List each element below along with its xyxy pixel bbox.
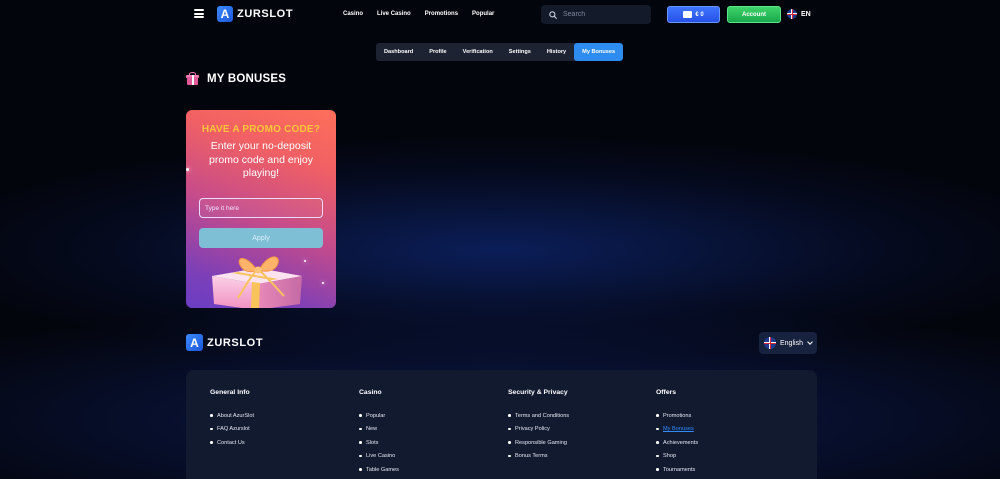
promo-description: Enter your no-deposit promo code and enj… (209, 140, 313, 179)
logo-text: ZURSLOT (207, 336, 264, 349)
tab-profile[interactable]: Profile (421, 43, 454, 61)
nav-live-casino[interactable]: Live Casino (377, 11, 411, 17)
footer-link-bonus-terms[interactable]: Bonus Terms (508, 450, 569, 464)
tab-my-bonuses[interactable]: My Bonuses (574, 43, 624, 61)
account-tabs: Dashboard Profile Verification Settings … (376, 43, 624, 61)
promo-code-input[interactable] (199, 198, 323, 218)
chevron-down-icon (807, 339, 813, 345)
gift-box-illustration (212, 256, 302, 308)
main-nav: Casino Live Casino Promotions Popular (343, 11, 508, 17)
language-code: EN (801, 10, 811, 18)
footer-link-terms[interactable]: Terms and Conditions (508, 409, 569, 423)
footer-links-panel: General Info About AzurSlot FAQ Azurslot… (186, 370, 817, 479)
footer-link-achievements[interactable]: Achievements (656, 436, 698, 450)
balance-value: € 0 (695, 11, 704, 18)
nav-popular[interactable]: Popular (472, 11, 494, 17)
footer-link-tournaments[interactable]: Tournaments (656, 463, 698, 477)
wallet-icon (683, 11, 693, 18)
footer-column-title: Offers (656, 389, 677, 396)
footer-link-my-bonuses[interactable]: My Bonuses (656, 423, 698, 437)
footer-column-security-privacy: Security & Privacy Terms and Conditions … (508, 389, 569, 463)
logo-mark: A (186, 334, 203, 351)
account-button[interactable]: Account (727, 6, 781, 23)
language-switcher[interactable]: EN (787, 9, 811, 19)
footer-link-privacy[interactable]: Privacy Policy (508, 423, 569, 437)
tab-settings[interactable]: Settings (501, 43, 539, 61)
footer-column-offers: Offers Promotions My Bonuses Achievement… (656, 389, 698, 477)
search-input[interactable] (563, 11, 643, 18)
uk-flag-icon (764, 337, 776, 349)
footer-link-promotions[interactable]: Promotions (656, 409, 698, 423)
language-select[interactable]: English (759, 332, 817, 354)
promo-code-card: HAVE A PROMO CODE? Enter your no-deposit… (186, 110, 336, 308)
footer-link-about[interactable]: About AzurSlot (210, 409, 254, 423)
footer-link-live-casino[interactable]: Live Casino (359, 450, 399, 464)
site-logo[interactable]: A ZURSLOT (217, 6, 293, 22)
footer-link-responsible-gaming[interactable]: Responsible Gaming (508, 436, 569, 450)
sparkle-decoration (322, 282, 324, 284)
tab-verification[interactable]: Verification (455, 43, 501, 61)
footer-column-general-info: General Info About AzurSlot FAQ Azurslot… (210, 389, 254, 450)
logo-text: ZURSLOT (237, 8, 294, 20)
search-icon (549, 10, 557, 19)
footer-link-contact[interactable]: Contact Us (210, 436, 254, 450)
footer-link-table-games[interactable]: Table Games (359, 463, 399, 477)
gift-icon (186, 72, 199, 85)
uk-flag-icon (787, 9, 797, 19)
sparkle-decoration (186, 168, 189, 171)
footer-logo[interactable]: A ZURSLOT (186, 334, 263, 351)
nav-promotions[interactable]: Promotions (425, 11, 458, 17)
promo-heading: HAVE A PROMO CODE? (201, 124, 321, 135)
footer-link-faq[interactable]: FAQ Azurslot (210, 423, 254, 437)
page-title: MY BONUSES (186, 72, 286, 85)
logo-mark: A (217, 6, 233, 22)
balance-button[interactable]: € 0 (667, 6, 720, 23)
menu-icon[interactable] (194, 9, 204, 18)
tab-dashboard[interactable]: Dashboard (376, 43, 421, 61)
footer-link-shop[interactable]: Shop (656, 450, 698, 464)
page-title-text: MY BONUSES (207, 72, 287, 85)
tab-history[interactable]: History (539, 43, 574, 61)
language-label: English (780, 339, 803, 347)
footer-link-slots[interactable]: Slots (359, 436, 399, 450)
footer-column-title: Security & Privacy (508, 389, 568, 396)
nav-casino[interactable]: Casino (343, 11, 363, 17)
footer-column-title: General Info (210, 389, 250, 396)
footer-column-title: Casino (359, 389, 382, 396)
search-box[interactable] (541, 5, 651, 24)
footer-link-new[interactable]: New (359, 423, 399, 437)
footer-column-casino: Casino Popular New Slots Live Casino Tab… (359, 389, 399, 477)
apply-button[interactable]: Apply (199, 228, 323, 248)
footer-link-popular[interactable]: Popular (359, 409, 399, 423)
